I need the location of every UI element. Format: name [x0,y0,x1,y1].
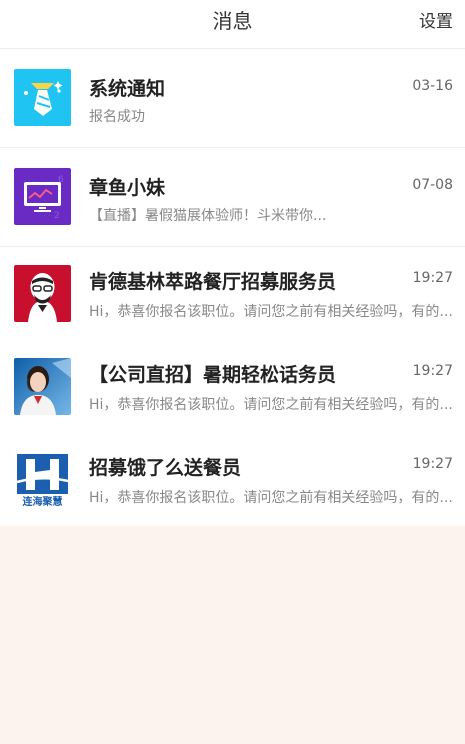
message-preview: 【直播】暑假猫展体验师！斗米带你... [89,208,327,224]
message-time: 19:27 [412,363,453,379]
system-notice-icon [14,69,71,126]
message-preview: 报名成功 [89,109,145,125]
message-time: 19:27 [412,270,453,286]
message-item-kfc[interactable]: 肯德基林萃路餐厅招募服务员 19:27 Hi，恭喜你报名该职位。请问您之前有相关… [0,247,465,340]
message-item-zhangyu[interactable]: 6 2 章鱼小妹 07-08 【直播】暑假猫展体验师！斗米带你... [0,148,465,247]
message-title: 章鱼小妹 [89,177,166,199]
message-time: 07-08 [412,177,453,193]
message-preview: Hi，恭喜你报名该职位。请问您之前有相关经验吗，有的... [89,490,453,506]
top-bar: 消息 设置 [0,0,465,49]
message-item-call-center[interactable]: 【公司直招】暑期轻松话务员 19:27 Hi，恭喜你报名该职位。请问您之前有相关… [0,340,465,433]
message-time: 19:27 [412,456,453,472]
message-item-eleme[interactable]: 连海聚慧 招募饿了么送餐员 19:27 Hi，恭喜你报名该职位。请问您之前有相关… [0,433,465,526]
settings-button[interactable]: 设置 [419,0,453,44]
kfc-logo [14,265,71,322]
page-title: 消息 [212,9,253,33]
message-list: 系统通知 03-16 报名成功 6 2 章鱼小妹 07-08 【直播】暑假猫展体… [0,49,465,526]
message-title: 系统通知 [89,78,166,100]
message-item-system-notice[interactable]: 系统通知 03-16 报名成功 [0,49,465,148]
company-logo-text: 连海聚慧 [23,495,63,508]
agent-photo [14,358,71,415]
message-preview: Hi，恭喜你报名该职位。请问您之前有相关经验吗，有的... [89,397,453,413]
message-title: 【公司直招】暑期轻松话务员 [89,364,337,386]
svg-text:2: 2 [54,211,60,221]
message-title: 招募饿了么送餐员 [89,457,242,479]
live-tv-icon: 6 2 [14,168,71,225]
company-logo: 连海聚慧 [14,451,71,508]
message-title: 肯德基林萃路餐厅招募服务员 [89,271,337,293]
message-preview: Hi，恭喜你报名该职位。请问您之前有相关经验吗，有的... [89,304,453,320]
message-time: 03-16 [412,78,453,94]
